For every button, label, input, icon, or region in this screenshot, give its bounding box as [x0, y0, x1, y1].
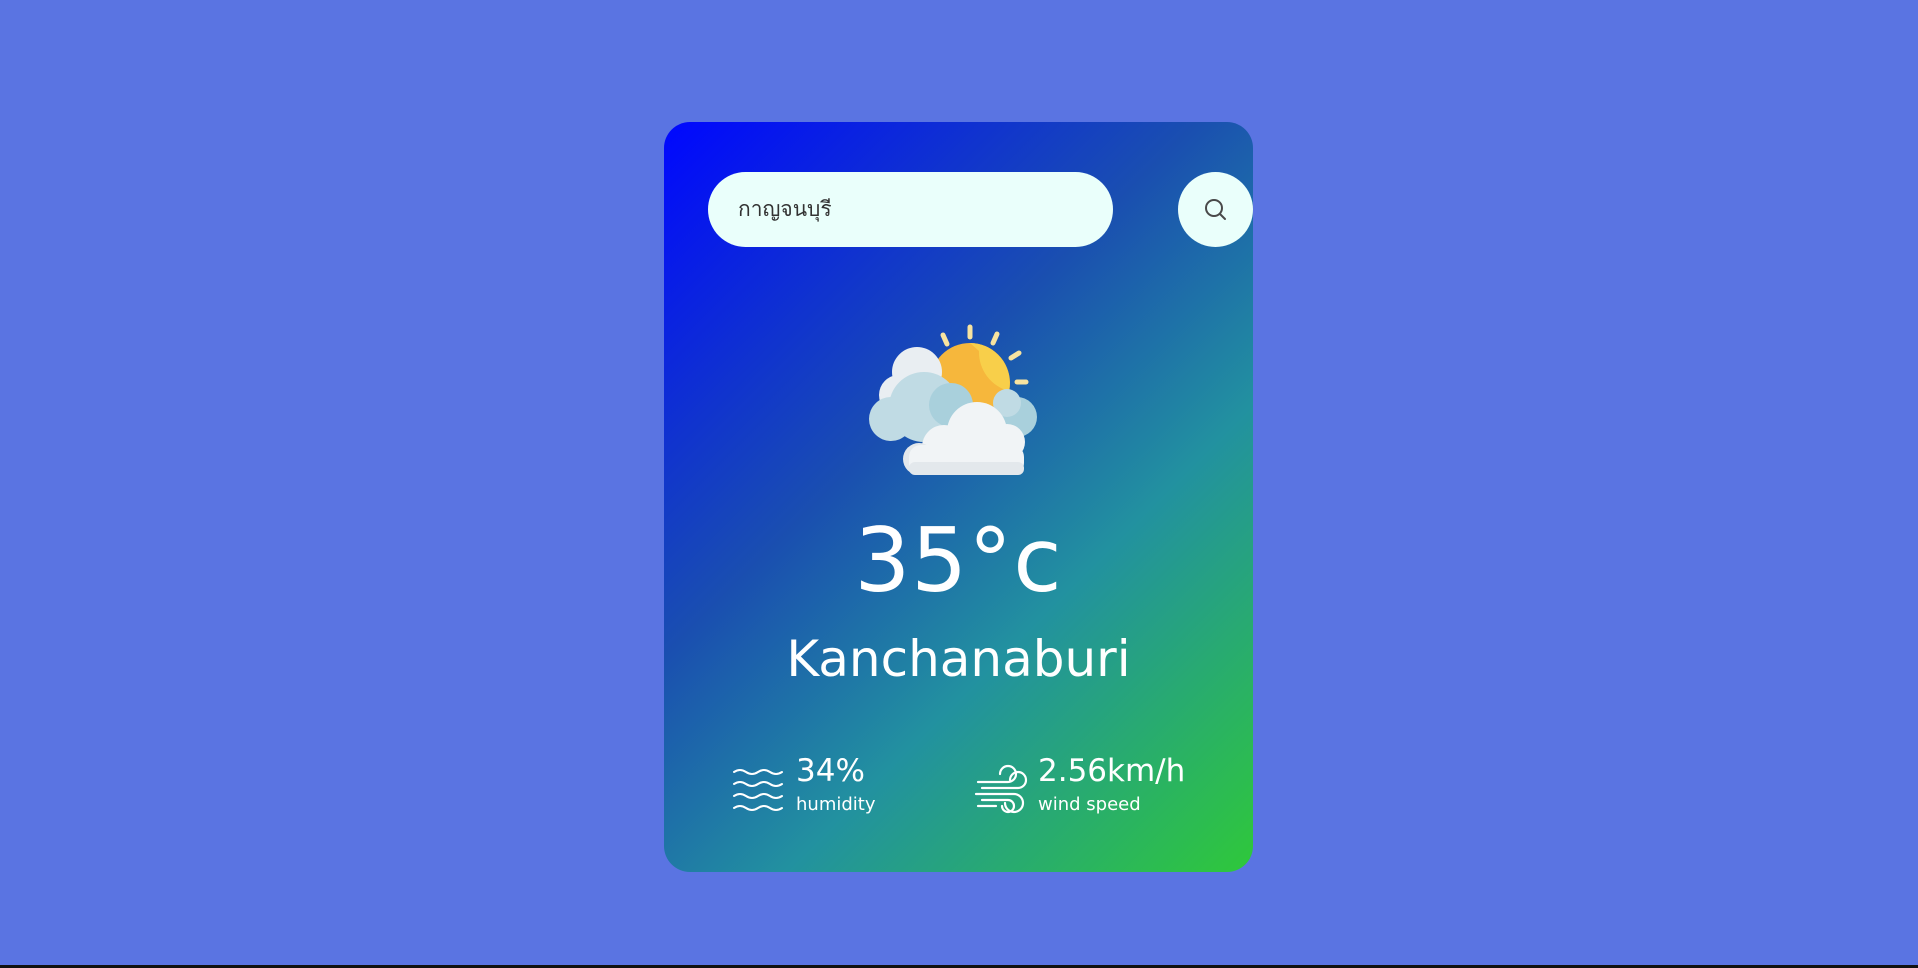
weather-card: 35°c Kanchanaburi 34% humidity [664, 122, 1253, 872]
humidity-label: humidity [796, 794, 876, 816]
humidity-waves-icon [733, 769, 783, 811]
search-button[interactable] [1178, 172, 1253, 247]
wind-icon [974, 764, 1028, 814]
humidity-detail: 34% humidity [732, 754, 876, 818]
wind-detail: 2.56km/h wind speed [974, 754, 1185, 818]
city-name: Kanchanaburi [786, 630, 1131, 688]
temperature: 35°c [854, 509, 1063, 612]
search-bar [708, 172, 1253, 247]
search-input[interactable] [708, 172, 1113, 247]
partly-cloudy-icon [869, 324, 1037, 475]
wind-text: 2.56km/h wind speed [1038, 754, 1185, 817]
search-icon [1204, 198, 1226, 220]
weather-details: 34% humidity 2.56km/h wind speed [664, 754, 1253, 824]
humidity-text: 34% humidity [796, 754, 876, 817]
wind-value: 2.56km/h [1038, 753, 1186, 789]
wind-label: wind speed [1038, 794, 1141, 816]
humidity-value: 34% [796, 753, 865, 789]
